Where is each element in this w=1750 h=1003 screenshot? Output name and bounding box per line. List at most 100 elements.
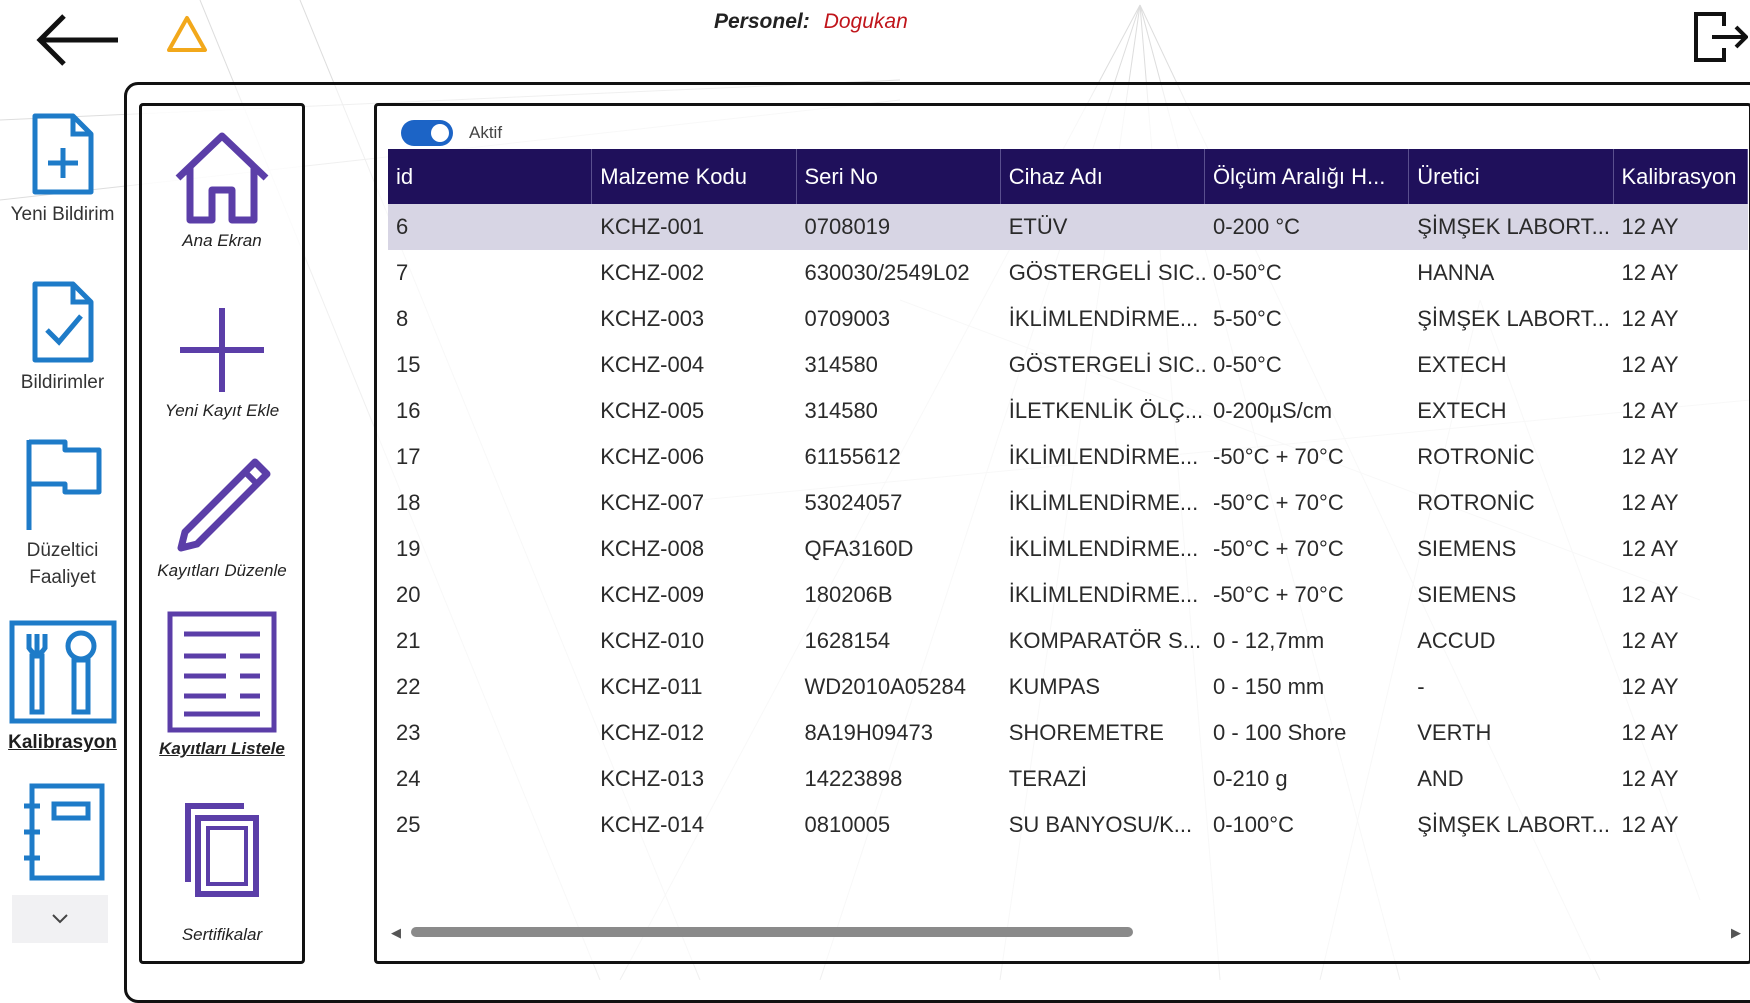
- table-cell: 0-100°C: [1213, 812, 1294, 837]
- aktif-toggle[interactable]: Aktif: [401, 120, 502, 146]
- table-cell: WD2010A05284: [804, 674, 966, 699]
- table-row[interactable]: 16 KCHZ-005 314580 İLETKENLİK ÖLÇ... 0-200µS…: [388, 388, 1748, 434]
- table-cell: 0-50°C: [1213, 260, 1282, 285]
- table-cell: ROTRONİC: [1417, 444, 1535, 469]
- table-row[interactable]: 6 KCHZ-001 0708019 ETÜV 0-200 °C ŞİMŞEK LABOR…: [388, 204, 1748, 250]
- sub-menu: Ana Ekran Yeni Kayıt Ekle Kayıtları Düze…: [139, 103, 305, 964]
- table-row[interactable]: 18 KCHZ-007 53024057 İKLİMLENDİRME... -50°C …: [388, 480, 1748, 526]
- table-cell: İKLİMLENDİRME...: [1008, 536, 1199, 561]
- table-cell: KCHZ-013: [600, 766, 705, 791]
- table-cell: 0810005: [804, 812, 891, 837]
- table-cell: KCHZ-003: [600, 306, 705, 331]
- table-cell: İKLİMLENDİRME...: [1008, 490, 1199, 515]
- scroll-right-icon[interactable]: ▶: [1731, 925, 1741, 941]
- submenu-item-yeni-kayit-ekle[interactable]: Yeni Kayıt Ekle: [142, 304, 302, 421]
- table-cell: 24: [396, 766, 421, 791]
- table-cell: ROTRONİC: [1417, 490, 1535, 515]
- column-header[interactable]: Ölçüm Aralığı H...: [1205, 149, 1410, 204]
- submenu-item-sertifikalar[interactable]: Sertifikalar: [142, 796, 302, 945]
- submenu-item-ana-ekran[interactable]: Ana Ekran: [142, 130, 302, 251]
- flag-icon: [26, 439, 101, 530]
- table-cell: 12 AY: [1621, 214, 1679, 239]
- column-header[interactable]: Cihaz Adı: [1001, 149, 1205, 204]
- table-cell: 12 AY: [1621, 490, 1679, 515]
- table-cell: 8: [396, 306, 409, 331]
- table-cell: İKLİMLENDİRME...: [1008, 444, 1199, 469]
- table-cell: -50°C + 70°C: [1213, 444, 1344, 469]
- logout-button[interactable]: [1690, 8, 1749, 66]
- table-row[interactable]: 25 KCHZ-014 0810005 SU BANYOSU/K... 0-100°C Ş…: [388, 802, 1748, 848]
- nav-label: Yeni Bildirim: [10, 204, 115, 225]
- back-button[interactable]: [34, 10, 124, 70]
- horizontal-scrollbar[interactable]: ◀ ▶: [391, 925, 1741, 941]
- table-cell: SIEMENS: [1417, 582, 1517, 607]
- nav-item-bildirimler[interactable]: Bildirimler: [0, 280, 125, 396]
- table-cell: 6: [396, 214, 409, 239]
- scroll-left-icon[interactable]: ◀: [391, 925, 401, 941]
- table-row[interactable]: 21 KCHZ-010 1628154 KOMPARATÖR S... 0 - 12,7…: [388, 618, 1748, 664]
- column-header[interactable]: Malzeme Kodu: [592, 149, 797, 204]
- table-cell: 0-210 g: [1213, 766, 1288, 791]
- records-table: id Malzeme Kodu Seri No Cihaz Adı Ölçüm Aral…: [388, 149, 1749, 848]
- nav-scroll-down-button[interactable]: [12, 895, 108, 943]
- pencil-icon: [177, 458, 271, 552]
- table-body: 6 KCHZ-001 0708019 ETÜV 0-200 °C ŞİMŞEK LABOR…: [388, 204, 1748, 848]
- nav-label-line2: Faaliyet: [29, 567, 96, 588]
- column-header[interactable]: Seri No: [797, 149, 1001, 204]
- table-cell: VERTH: [1417, 720, 1492, 745]
- table-cell: 12 AY: [1621, 582, 1679, 607]
- table-row[interactable]: 20 KCHZ-009 180206B İKLİMLENDİRME... -50°C +…: [388, 572, 1748, 618]
- table-cell: 12 AY: [1621, 260, 1679, 285]
- table-row[interactable]: 19 KCHZ-008 QFA3160D İKLİMLENDİRME... -50°C …: [388, 526, 1748, 572]
- column-header[interactable]: id: [388, 149, 593, 204]
- table-cell: 1628154: [804, 628, 891, 653]
- nav-label: Düzeltici: [26, 540, 99, 561]
- table-row[interactable]: 22 KCHZ-011 WD2010A05284 KUMPAS 0 - 150 mm - 1…: [388, 664, 1748, 710]
- toggle-switch[interactable]: [401, 120, 453, 146]
- submenu-item-kayitlari-listele[interactable]: Kayıtları Listele: [142, 610, 302, 759]
- arrow-left-icon: [36, 14, 118, 66]
- logout-icon: [1694, 12, 1749, 62]
- table-cell: 0709003: [804, 306, 891, 331]
- nav-item-kalibrasyon[interactable]: Kalibrasyon: [0, 620, 125, 756]
- column-header[interactable]: Üretici: [1409, 149, 1614, 204]
- warning-button[interactable]: [165, 14, 209, 54]
- table-cell: İLETKENLİK ÖLÇ...: [1008, 398, 1204, 423]
- table-cell: 0 - 12,7mm: [1213, 628, 1325, 653]
- table-cell: 22: [396, 674, 421, 699]
- table-row[interactable]: 15 KCHZ-004 314580 GÖSTERGELİ SIC... 0-50°C E…: [388, 342, 1748, 388]
- table-cell: 53024057: [804, 490, 903, 515]
- table-row[interactable]: 7 KCHZ-002 630030/2549L02 GÖSTERGELİ SIC...…: [388, 250, 1748, 296]
- table-cell: KOMPARATÖR S...: [1008, 628, 1202, 653]
- table-cell: GÖSTERGELİ SIC...: [1008, 352, 1205, 377]
- table-cell: 12 AY: [1621, 628, 1679, 653]
- scrollbar-thumb[interactable]: [411, 927, 1133, 937]
- table-cell: 12 AY: [1621, 812, 1679, 837]
- table-cell: 12 AY: [1621, 306, 1679, 331]
- nav-item-yeni-bildirim[interactable]: Yeni Bildirim: [0, 112, 125, 228]
- table-cell: QFA3160D: [804, 536, 914, 561]
- table-cell: 5-50°C: [1213, 306, 1282, 331]
- table-row[interactable]: 24 KCHZ-013 14223898 TERAZİ 0-210 g AND 12 AY: [388, 756, 1748, 802]
- table-cell: KUMPAS: [1008, 674, 1101, 699]
- table-cell: EXTECH: [1417, 398, 1507, 423]
- submenu-item-kayitlari-duzenle[interactable]: Kayıtları Düzenle: [142, 456, 302, 581]
- table-cell: -50°C + 70°C: [1213, 490, 1344, 515]
- toggle-knob: [431, 124, 449, 142]
- nav-item-duzeltici-faaliyet[interactable]: Düzeltici Faaliyet: [0, 436, 125, 591]
- tools-icon: [9, 620, 116, 724]
- table-cell: 12 AY: [1621, 720, 1679, 745]
- list-icon: [167, 611, 277, 733]
- table-cell: 20: [396, 582, 421, 607]
- table-cell: İKLİMLENDİRME...: [1008, 582, 1199, 607]
- table-cell: 12 AY: [1621, 444, 1679, 469]
- personel-label: Personel:: [714, 10, 810, 33]
- table-cell: 0 - 100 Shore: [1213, 720, 1347, 745]
- table-row[interactable]: 17 KCHZ-006 61155612 İKLİMLENDİRME... -50°C …: [388, 434, 1748, 480]
- nav-item-notebook[interactable]: [0, 782, 125, 887]
- table-row[interactable]: 8 KCHZ-003 0709003 İKLİMLENDİRME... 5-50°C Şİ…: [388, 296, 1748, 342]
- column-header[interactable]: Kalibrasyon: [1614, 149, 1749, 204]
- copy-icon: [185, 803, 259, 897]
- table-cell: 180206B: [804, 582, 893, 607]
- table-row[interactable]: 23 KCHZ-012 8A19H09473 SHOREMETRE 0 - 100 Sh…: [388, 710, 1748, 756]
